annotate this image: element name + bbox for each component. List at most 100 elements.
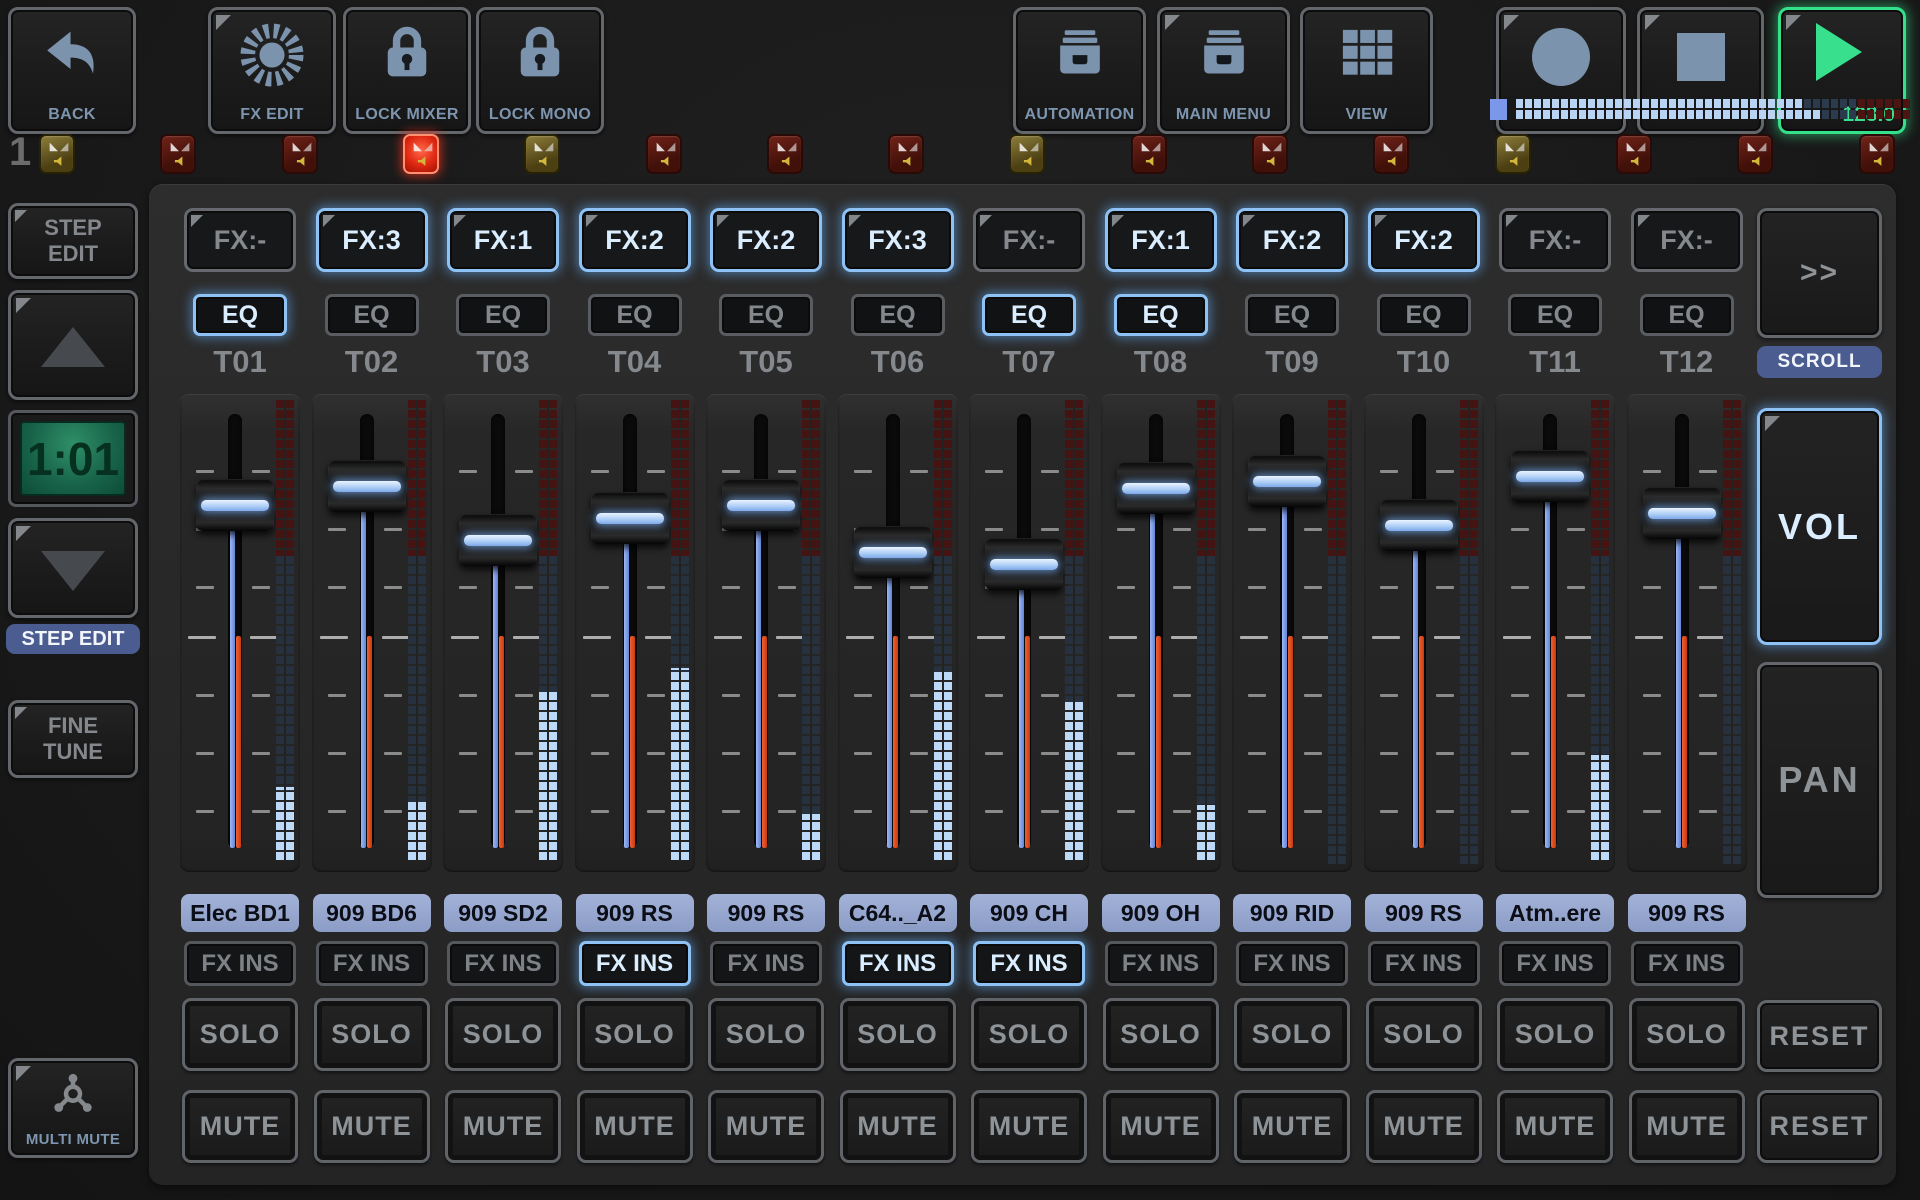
fx-ins-button[interactable]: FX INS (1499, 941, 1611, 986)
fx-slot-button[interactable]: FX:2 (1236, 208, 1348, 272)
volume-fader[interactable] (1495, 394, 1615, 872)
volume-fader[interactable] (969, 394, 1089, 872)
solo-button[interactable]: SOLO (1103, 998, 1219, 1071)
solo-button[interactable]: SOLO (708, 998, 824, 1071)
solo-button[interactable]: SOLO (182, 998, 298, 1071)
volume-fader[interactable] (312, 394, 432, 872)
fx-slot-button[interactable]: FX:- (184, 208, 296, 272)
fx-ins-button[interactable]: FX INS (316, 941, 428, 986)
step-pad-12[interactable] (1373, 134, 1409, 174)
step-pad-15[interactable] (1737, 134, 1773, 174)
track-name-chip[interactable]: 909 RS (1628, 894, 1746, 932)
fader-cap[interactable] (1643, 487, 1721, 539)
fx-ins-button[interactable]: FX INS (1105, 941, 1217, 986)
eq-button[interactable]: EQ (325, 294, 419, 336)
eq-button[interactable]: EQ (1114, 294, 1208, 336)
mute-button[interactable]: MUTE (577, 1090, 693, 1163)
fader-cap[interactable] (722, 479, 800, 531)
mute-button[interactable]: MUTE (1234, 1090, 1350, 1163)
fx-slot-button[interactable]: FX:1 (447, 208, 559, 272)
track-name-chip[interactable]: 909 RS (707, 894, 825, 932)
reset-mute-button[interactable]: RESET (1757, 1090, 1882, 1163)
track-name-chip[interactable]: 909 OH (1102, 894, 1220, 932)
fx-ins-button[interactable]: FX INS (1631, 941, 1743, 986)
fader-cap[interactable] (1380, 499, 1458, 551)
fx-slot-button[interactable]: FX:- (973, 208, 1085, 272)
reset-solo-button[interactable]: RESET (1757, 1000, 1882, 1072)
view-button[interactable]: VIEW (1300, 7, 1433, 134)
solo-button[interactable]: SOLO (1497, 998, 1613, 1071)
mute-button[interactable]: MUTE (971, 1090, 1087, 1163)
solo-button[interactable]: SOLO (577, 998, 693, 1071)
step-pad-13[interactable] (1495, 134, 1531, 174)
mute-button[interactable]: MUTE (314, 1090, 430, 1163)
step-pad-10[interactable] (1131, 134, 1167, 174)
step-pad-6[interactable] (646, 134, 682, 174)
step-edit-button[interactable]: STEPEDIT (8, 203, 138, 279)
mute-button[interactable]: MUTE (840, 1090, 956, 1163)
step-pad-11[interactable] (1252, 134, 1288, 174)
solo-button[interactable]: SOLO (1234, 998, 1350, 1071)
fx-ins-button[interactable]: FX INS (1368, 941, 1480, 986)
mute-button[interactable]: MUTE (1629, 1090, 1745, 1163)
lock-mixer-button[interactable]: LOCK MIXER (343, 7, 471, 134)
step-pad-14[interactable] (1616, 134, 1652, 174)
fader-cap[interactable] (854, 526, 932, 578)
fx-slot-button[interactable]: FX:2 (710, 208, 822, 272)
eq-button[interactable]: EQ (982, 294, 1076, 336)
track-name-chip[interactable]: 909 RS (576, 894, 694, 932)
track-name-chip[interactable]: 909 RID (1233, 894, 1351, 932)
step-pad-7[interactable] (767, 134, 803, 174)
step-pad-8[interactable] (888, 134, 924, 174)
track-name-chip[interactable]: 909 SD2 (444, 894, 562, 932)
fader-cap[interactable] (1511, 450, 1589, 502)
mute-button[interactable]: MUTE (1103, 1090, 1219, 1163)
volume-fader[interactable] (1364, 394, 1484, 872)
fx-slot-button[interactable]: FX:- (1631, 208, 1743, 272)
fx-slot-button[interactable]: FX:3 (842, 208, 954, 272)
fader-cap[interactable] (459, 514, 537, 566)
fader-cap[interactable] (196, 479, 274, 531)
step-pad-3[interactable] (282, 134, 318, 174)
step-down-button[interactable] (8, 518, 138, 618)
mute-button[interactable]: MUTE (1366, 1090, 1482, 1163)
step-up-button[interactable] (8, 290, 138, 400)
eq-button[interactable]: EQ (851, 294, 945, 336)
automation-button[interactable]: AUTOMATION (1013, 7, 1146, 134)
eq-button[interactable]: EQ (1508, 294, 1602, 336)
lock-mono-button[interactable]: LOCK MONO (476, 7, 604, 134)
fader-cap[interactable] (985, 538, 1063, 590)
fx-ins-button[interactable]: FX INS (973, 941, 1085, 986)
track-name-chip[interactable]: Atm..ere (1496, 894, 1614, 932)
eq-button[interactable]: EQ (588, 294, 682, 336)
fx-ins-button[interactable]: FX INS (842, 941, 954, 986)
eq-button[interactable]: EQ (719, 294, 813, 336)
fx-slot-button[interactable]: FX:3 (316, 208, 428, 272)
mute-button[interactable]: MUTE (708, 1090, 824, 1163)
step-pad-16[interactable] (1859, 134, 1895, 174)
step-pad-5[interactable] (524, 134, 560, 174)
fx-ins-button[interactable]: FX INS (579, 941, 691, 986)
fx-ins-button[interactable]: FX INS (184, 941, 296, 986)
fine-tune-button[interactable]: FINETUNE (8, 700, 138, 778)
back-button[interactable]: BACK (8, 7, 136, 134)
volume-fader[interactable] (180, 394, 300, 872)
eq-button[interactable]: EQ (456, 294, 550, 336)
scroll-right-button[interactable]: >> (1757, 208, 1882, 338)
track-name-chip[interactable]: Elec BD1 (181, 894, 299, 932)
step-pad-9[interactable] (1009, 134, 1045, 174)
eq-button[interactable]: EQ (1377, 294, 1471, 336)
fx-slot-button[interactable]: FX:- (1499, 208, 1611, 272)
fader-cap[interactable] (591, 492, 669, 544)
eq-button[interactable]: EQ (193, 294, 287, 336)
solo-button[interactable]: SOLO (1366, 998, 1482, 1071)
fx-ins-button[interactable]: FX INS (1236, 941, 1348, 986)
track-name-chip[interactable]: 909 CH (970, 894, 1088, 932)
fx-ins-button[interactable]: FX INS (447, 941, 559, 986)
volume-fader[interactable] (838, 394, 958, 872)
fx-ins-button[interactable]: FX INS (710, 941, 822, 986)
track-name-chip[interactable]: 909 RS (1365, 894, 1483, 932)
mute-button[interactable]: MUTE (445, 1090, 561, 1163)
step-pad-4[interactable] (403, 134, 439, 174)
mute-button[interactable]: MUTE (182, 1090, 298, 1163)
